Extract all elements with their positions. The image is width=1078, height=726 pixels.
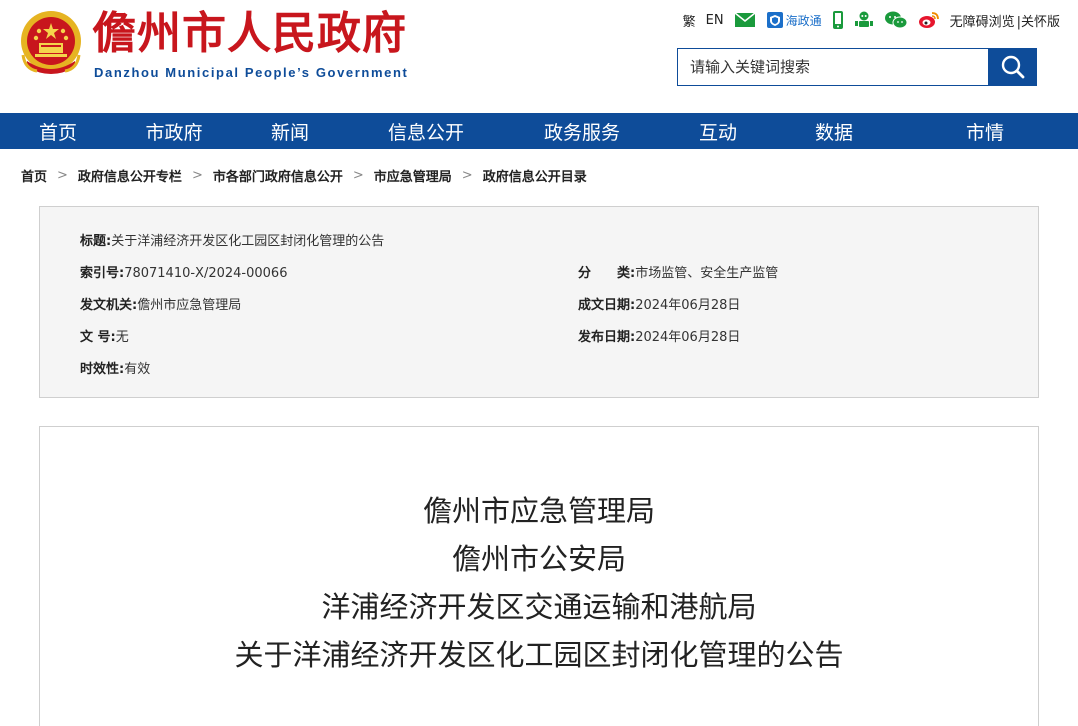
nav-city-info[interactable]: 市情	[892, 113, 1078, 149]
meta-published-value: 2024年06月28日	[635, 330, 741, 345]
meta-docno-value: 无	[115, 330, 129, 345]
article-title: 关于洋浦经济开发区化工园区封闭化管理的公告	[234, 638, 844, 672]
nav-home[interactable]: 首页	[0, 113, 116, 149]
robot-link[interactable]	[854, 10, 874, 30]
weibo-link[interactable]	[918, 11, 940, 29]
meta-title: 标题:关于洋浦经济开发区化工园区封闭化管理的公告	[80, 230, 384, 249]
meta-written-label: 成文日期:	[578, 298, 636, 313]
breadcrumb-separator: >	[191, 167, 203, 183]
site-header: 儋州市人民政府 Danzhou Municipal People’s Gover…	[0, 0, 1078, 113]
meta-written-date: 成文日期:2024年06月28日	[578, 294, 740, 313]
breadcrumb-departments[interactable]: 市各部门政府信息公开	[213, 166, 343, 185]
meta-title-value: 关于洋浦经济开发区化工园区封闭化管理的公告	[111, 234, 385, 249]
robot-icon	[854, 11, 873, 27]
article-issuer-2: 儋州市公安局	[451, 542, 626, 576]
accessibility-link[interactable]: 无障碍浏览	[950, 11, 1015, 30]
main-nav: 首页 市政府 新闻 信息公开 政务服务 互动 数据 市情	[0, 113, 1078, 149]
meta-published-label: 发布日期:	[578, 330, 636, 345]
english-link[interactable]: EN	[706, 13, 724, 28]
meta-category-label: 分 类:	[578, 266, 636, 281]
nav-interaction[interactable]: 互动	[660, 113, 776, 149]
meta-category-value: 市场监管、安全生产监管	[635, 266, 779, 281]
haizhengtong-label: 海政通	[785, 13, 822, 28]
meta-validity-label: 时效性:	[80, 362, 125, 377]
breadcrumb-home[interactable]: 首页	[21, 166, 47, 185]
search-button[interactable]	[988, 48, 1037, 86]
meta-title-label: 标题:	[80, 234, 112, 249]
meta-issuer-value: 儋州市应急管理局	[137, 298, 242, 313]
article-issuer-3: 洋浦经济开发区交通运输和港航局	[321, 590, 757, 624]
search-bar	[677, 48, 1037, 86]
header-toolbar: 繁 EN 海政通 无障碍浏览 |关怀版	[683, 10, 1060, 30]
mobile-phone-icon	[832, 11, 843, 29]
search-input[interactable]	[677, 48, 988, 86]
meta-index-value: 78071410-X/2024-00066	[124, 266, 288, 281]
meta-category: 分 类:市场监管、安全生产监管	[578, 262, 778, 281]
traditional-chinese-link[interactable]: 繁	[683, 11, 696, 30]
breadcrumb-separator: >	[352, 167, 364, 183]
meta-index: 索引号:78071410-X/2024-00066	[80, 262, 287, 281]
meta-issuer: 发文机关:儋州市应急管理局	[80, 294, 241, 313]
site-name-english: Danzhou Municipal People’s Government	[94, 65, 409, 80]
article-body: 儋州市应急管理局 儋州市公安局 洋浦经济开发区交通运输和港航局 关于洋浦经济开发…	[39, 426, 1039, 726]
mail-icon	[734, 12, 756, 27]
haizhengtong-link[interactable]: 海政通	[766, 11, 822, 29]
breadcrumb: 首页 > 政府信息公开专栏 > 市各部门政府信息公开 > 市应急管理局 > 政府…	[0, 149, 1078, 201]
breadcrumb-separator: >	[461, 167, 473, 183]
nav-news[interactable]: 新闻	[232, 113, 348, 149]
document-metadata-panel: 标题:关于洋浦经济开发区化工园区封闭化管理的公告 索引号:78071410-X/…	[39, 206, 1039, 398]
nav-government[interactable]: 市政府	[116, 113, 232, 149]
breadcrumb-emergency-bureau[interactable]: 市应急管理局	[374, 166, 452, 185]
meta-written-value: 2024年06月28日	[635, 298, 741, 313]
breadcrumb-catalog[interactable]: 政府信息公开目录	[483, 166, 587, 185]
article-title-block: 儋州市应急管理局 儋州市公安局 洋浦经济开发区交通运输和港航局 关于洋浦经济开发…	[40, 487, 1038, 679]
nav-data[interactable]: 数据	[776, 113, 892, 149]
breadcrumb-separator: >	[57, 167, 68, 183]
mobile-link[interactable]	[832, 10, 844, 30]
elder-mode-link[interactable]: |关怀版	[1017, 11, 1060, 30]
wechat-link[interactable]	[884, 10, 908, 30]
meta-docno-label: 文 号:	[80, 330, 116, 345]
nav-info-disclosure[interactable]: 信息公开	[348, 113, 504, 149]
meta-index-label: 索引号:	[80, 266, 125, 281]
meta-validity-value: 有效	[124, 362, 151, 377]
breadcrumb-info-column[interactable]: 政府信息公开专栏	[78, 166, 182, 185]
weibo-icon	[918, 12, 939, 28]
wechat-icon	[884, 11, 908, 29]
site-name: 儋州市人民政府	[92, 8, 407, 59]
meta-published-date: 发布日期:2024年06月28日	[578, 326, 740, 345]
meta-issuer-label: 发文机关:	[80, 298, 138, 313]
article-issuer-1: 儋州市应急管理局	[422, 494, 655, 528]
shield-icon	[766, 12, 783, 28]
meta-validity: 时效性:有效	[80, 358, 150, 377]
mail-link[interactable]	[734, 12, 756, 28]
nav-gov-services[interactable]: 政务服务	[504, 113, 660, 149]
search-icon	[1001, 55, 1024, 79]
national-emblem-icon	[21, 11, 81, 74]
meta-doc-number: 文 号:无	[80, 326, 129, 345]
